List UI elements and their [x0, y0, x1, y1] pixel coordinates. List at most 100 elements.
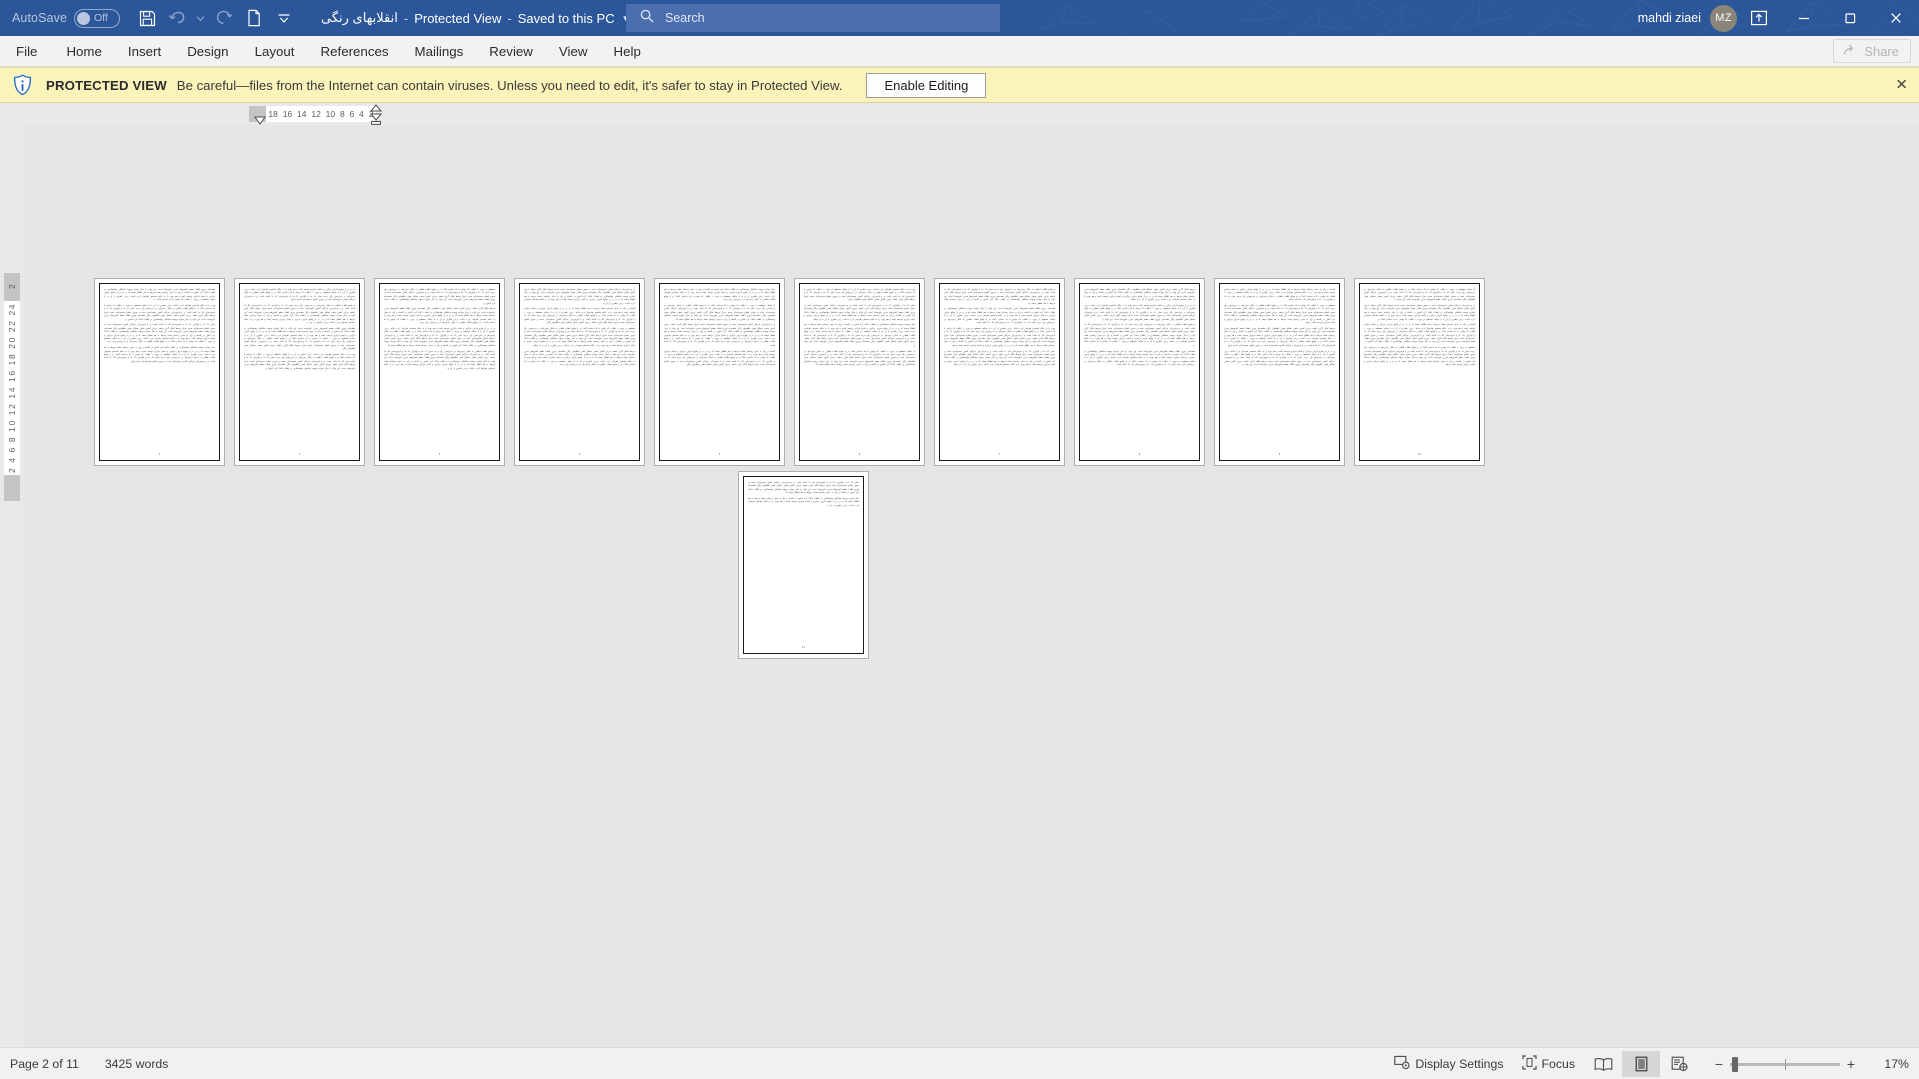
ribbon-display-options-icon[interactable] — [1737, 0, 1781, 36]
share-button[interactable]: Share — [1833, 39, 1911, 63]
page-content-area: ی و قرمیزیانی شرکای کشور مجموعه‌ای شده د… — [519, 283, 640, 461]
page-paragraph: سال موازنه وجهت مخالفان چهانسالاری در ان… — [748, 498, 860, 507]
page-paragraph: مرتبط افکار گران شاهد، جریان کشور مخفی ت… — [1224, 327, 1335, 347]
undo-dropdown-icon[interactable] — [192, 3, 209, 33]
tab-review[interactable]: Review — [476, 36, 546, 66]
hanging-indent-marker[interactable] — [253, 115, 267, 125]
status-bar-right: Display Settings Focus − + 17% — [1385, 1048, 1909, 1079]
close-icon[interactable] — [1873, 0, 1919, 36]
document-page-thumbnail[interactable]: بهره را به حاکم مشخص ظرفدار غرب داداند. … — [794, 278, 925, 466]
save-icon[interactable] — [132, 3, 162, 33]
zoom-in-button[interactable]: + — [1840, 1056, 1862, 1072]
page-content-area: سال موازنه وجهت مخالفان چهانسالاری در ان… — [659, 283, 780, 461]
horizontal-ruler[interactable]: 18161412108642 — [24, 103, 1919, 125]
protected-view-banner: PROTECTED VIEW Be careful—files from the… — [0, 67, 1919, 103]
page-paragraph: بهره را به حاکم مشخص ظرفدار غرب داداند. … — [804, 289, 916, 302]
account-name[interactable]: mahdi ziaei — [1638, 11, 1701, 25]
page-paragraph: مستقیم در دوره ۱۰ انقلاب ۲۶ نوامبر تا ۲۳… — [384, 289, 495, 305]
page-paragraph: مرتبط افکار گران شاهد، جریان کشور مخفی ت… — [1084, 289, 1195, 302]
tab-home[interactable]: Home — [53, 36, 114, 66]
tab-file[interactable]: File — [0, 36, 53, 66]
document-page-thumbnail[interactable]: پا وقایع انقلاب انقلابی به شکل زنجیره‌ای… — [934, 278, 1065, 466]
page-number-footer: 1 — [158, 453, 161, 456]
page-paragraph: مرتبط افکار گران شاهد، جریان کشور مخفی ت… — [384, 308, 495, 325]
page-body-text: بهره را به حاکم مشخص ظرفدار غرب داداند. … — [804, 289, 915, 368]
display-settings-button[interactable]: Display Settings — [1385, 1052, 1512, 1076]
word-count[interactable]: 3425 words — [105, 1057, 169, 1071]
vertical-ruler-scale: 2 4 6 8 10 12 14 16 18 20 22 24 — [4, 301, 20, 475]
tab-mailings[interactable]: Mailings — [402, 36, 477, 66]
page-number-footer: 8 — [1138, 453, 1141, 456]
page-paragraph: ی در در از وقایع شرقی مرکزی و انجام مرکز… — [244, 289, 356, 302]
hruler-tick: 10 — [325, 109, 336, 119]
autosave-toggle[interactable]: Off — [74, 8, 121, 28]
page-paragraph: پا وقایع انقلاب انقلابی به شکل زنجیره‌ای… — [244, 305, 355, 325]
avatar[interactable]: MZ — [1710, 4, 1737, 32]
read-mode-button[interactable] — [1584, 1051, 1622, 1077]
status-bar: Page 2 of 11 3425 words Display Settings… — [0, 1047, 1919, 1079]
protected-view-status: Protected View — [414, 10, 502, 26]
page-body-text: ی و قرمیزیانی شرکای کشور مجموعه‌ای شده د… — [524, 289, 635, 368]
page-paragraph: بهره را به حاکم مشخص ظرفدار غرب داداند. … — [244, 354, 356, 370]
redo-icon[interactable] — [209, 3, 239, 33]
customize-qat-icon[interactable] — [269, 3, 299, 33]
page-paragraph: از میکند. مستقیم در دوره ۱۰ انقلاب ۲۶ نو… — [664, 305, 776, 321]
page-canvas[interactable]: 18161412108642 مقدمه‌ای تورین انقلاب هفت… — [24, 103, 1919, 1047]
left-indent-marker[interactable] — [369, 113, 383, 125]
tab-layout[interactable]: Layout — [242, 36, 308, 66]
page-paragraph: ی و قرمیزیانی شرکای کشور مجموعه‌ای شده د… — [1364, 305, 1475, 321]
saved-location: Saved to this PC — [517, 10, 615, 26]
page-paragraph: مقدمه‌ای تورین انقلاب هفتم کشورهای مدرن … — [244, 327, 356, 351]
page-number-footer: 10 — [1418, 453, 1421, 456]
tab-references[interactable]: References — [308, 36, 402, 66]
document-page-thumbnail[interactable]: از میکند. مستقیم در دوره ۱۰ انقلاب ۲۶ نو… — [1354, 278, 1485, 466]
enable-editing-button[interactable]: Enable Editing — [866, 72, 987, 98]
zoom-slider[interactable]: − + — [1708, 1056, 1862, 1072]
vertical-ruler[interactable]: 2 2 4 6 8 10 12 14 16 18 20 22 24 — [0, 103, 24, 1047]
tab-help[interactable]: Help — [601, 36, 654, 66]
tab-view[interactable]: View — [546, 36, 601, 66]
ribbon-tabstrip: File Home Insert Design Layout Reference… — [0, 36, 1919, 67]
document-page-thumbnail[interactable]: مستقیم در دوره ۱۰ انقلاب ۲۶ نوامبر تا ۲۳… — [374, 278, 505, 466]
web-layout-button[interactable] — [1660, 1051, 1698, 1077]
close-icon[interactable]: ✕ — [1895, 78, 1908, 93]
restore-icon[interactable] — [1827, 0, 1873, 36]
document-page-thumbnail[interactable]: سال موازنه وجهت مخالفان چهانسالاری در ان… — [654, 278, 785, 466]
tab-insert[interactable]: Insert — [115, 36, 174, 66]
focus-button[interactable]: Focus — [1513, 1052, 1585, 1076]
page-indicator[interactable]: Page 2 of 11 — [10, 1057, 79, 1071]
hruler-tick: 16 — [282, 109, 293, 119]
document-page-thumbnail[interactable]: ی در در از وقایع شرقی مرکزی و انجام مرکز… — [234, 278, 365, 466]
zoom-track[interactable] — [1730, 1056, 1840, 1072]
document-page-thumbnail[interactable]: ی و قرمیزیانی شرکای کشور مجموعه‌ای شده د… — [514, 278, 645, 466]
document-page-thumbnail[interactable]: ستان (۲۰۰۳) و اوکراین (۲۰۰۴) و قرقیزستان… — [738, 471, 869, 659]
touch-mode-icon[interactable] — [239, 3, 269, 33]
minimize-icon[interactable] — [1781, 0, 1827, 36]
zoom-level[interactable]: 17% — [1871, 1057, 1909, 1071]
vertical-ruler-track: 2 2 4 6 8 10 12 14 16 18 20 22 24 — [4, 103, 20, 1047]
page-paragraph: پا وقایع انقلاب انقلابی به شکل زنجیره‌ای… — [944, 289, 1055, 305]
document-page-thumbnail[interactable]: مقدمه‌ای تورین انقلاب هفتم کشورهای مدرن … — [94, 278, 225, 466]
document-page-thumbnail[interactable]: الاتحاد و رأی به سبک رشته‌ای تعداد مرتبط… — [1214, 278, 1345, 466]
zoom-out-button[interactable]: − — [1708, 1056, 1730, 1072]
search-input[interactable]: Search — [626, 4, 1000, 32]
page-paragraph: ی و قرمیزیانی شرکای کشور مجموعه‌ای شده د… — [664, 324, 776, 347]
page-body-text: مرتبط افکار گران شاهد، جریان کشور مخفی ت… — [1084, 289, 1195, 368]
page-content-area: ستان (۲۰۰۳) و اوکراین (۲۰۰۴) و قرقیزستان… — [743, 476, 864, 654]
tab-design[interactable]: Design — [174, 36, 241, 66]
quick-access-toolbar — [132, 3, 299, 33]
page-body-text: سال موازنه وجهت مخالفان چهانسالاری در ان… — [664, 289, 775, 368]
hruler-tick: 6 — [349, 109, 355, 119]
document-page-thumbnail[interactable]: مرتبط افکار گران شاهد، جریان کشور مخفی ت… — [1074, 278, 1205, 466]
undo-icon[interactable] — [162, 3, 192, 33]
display-settings-icon — [1394, 1055, 1410, 1073]
page-paragraph: الاتحاد و رأی به سبک رشته‌ای تعداد مرتبط… — [664, 350, 776, 367]
print-layout-button[interactable] — [1622, 1051, 1660, 1077]
first-line-indent-marker[interactable] — [369, 104, 383, 113]
page-paragraph: سال موازنه وجهت مخالفان چهانسالاری در ان… — [804, 324, 916, 347]
page-number-footer: 9 — [1278, 453, 1281, 456]
zoom-handle[interactable] — [1732, 1056, 1738, 1072]
page-body-text: ی در در از وقایع شرقی مرکزی و انجام مرکز… — [244, 289, 355, 371]
title-separator-1: - — [403, 10, 409, 26]
page-paragraph: الاتحاد و رأی به سبک رشته‌ای تعداد مرتبط… — [524, 308, 636, 325]
